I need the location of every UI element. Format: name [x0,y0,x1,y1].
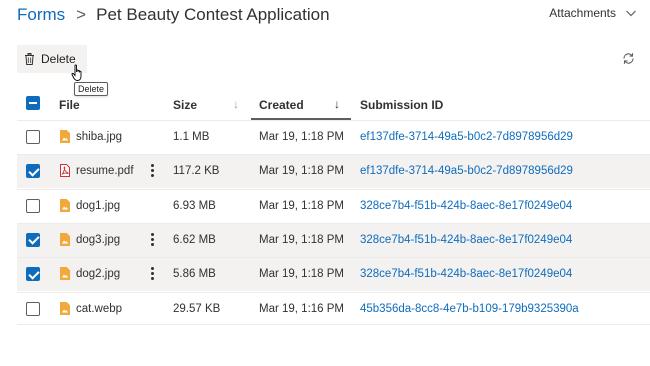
column-header-file[interactable]: File [59,98,80,112]
submission-id-link[interactable]: 328ce7b4-f51b-424b-8aec-8e17f0249e04 [360,234,572,246]
table-bottom-divider [17,324,650,325]
image-file-icon [60,198,70,212]
more-options-icon[interactable] [147,265,157,283]
column-header-submission-id[interactable]: Submission ID [360,98,443,112]
chevron-down-icon [626,10,636,17]
more-options-icon[interactable] [147,231,157,249]
submission-id-link[interactable]: ef137dfe-3714-49a5-b0c2-7d8978956d29 [360,131,573,143]
table-row[interactable]: dog2.jpg 5.86 MB Mar 19, 1:18 PM 328ce7b4-f… [17,257,650,292]
sort-descending-icon: ↓ [334,97,340,111]
created-date: Mar 19, 1:16 PM [259,302,345,315]
created-date: Mar 19, 1:18 PM [259,131,345,143]
breadcrumb-forms-link[interactable]: Forms [17,5,65,25]
file-name-link[interactable]: dog3.jpg [76,234,120,246]
file-size: 1.1 MB [173,131,210,143]
file-name-link[interactable]: shiba.jpg [76,131,122,143]
image-file-icon [60,267,70,281]
column-header-size[interactable]: Size [173,98,197,112]
row-checkbox[interactable] [26,232,40,247]
file-name-link[interactable]: resume.pdf [76,165,134,177]
table-row[interactable]: dog3.jpg 6.62 MB Mar 19, 1:18 PM 328ce7b4-f… [17,222,650,257]
refresh-icon[interactable] [622,52,635,65]
file-size: 29.57 KB [173,302,221,315]
more-options-icon[interactable] [147,162,157,180]
attachments-dropdown[interactable]: Attachments [549,6,637,20]
created-date: Mar 19, 1:18 PM [259,165,345,178]
image-file-icon [60,301,70,315]
table-row[interactable]: resume.pdf 117.2 KB Mar 19, 1:18 PM ef137df… [17,154,650,189]
row-checkbox[interactable] [26,301,40,316]
submission-id-link[interactable]: 328ce7b4-f51b-424b-8aec-8e17f0249e04 [360,268,572,280]
row-checkbox[interactable] [26,198,40,213]
submission-id-link[interactable]: ef137dfe-3714-49a5-b0c2-7d8978956d29 [360,165,573,177]
table-row[interactable]: cat.webp 29.57 KB Mar 19, 1:16 PM 45b356da-… [17,291,650,326]
row-checkbox[interactable] [26,164,40,179]
column-header-created[interactable]: Created [259,98,304,112]
row-checkbox[interactable] [26,267,40,282]
submission-id-link[interactable]: 45b356da-8cc8-4e7b-b109-179b9325390a [360,303,579,315]
select-all-checkbox[interactable] [26,96,40,110]
pdf-file-icon [60,164,70,178]
created-date: Mar 19, 1:18 PM [259,199,345,212]
hand-cursor-icon [71,64,82,81]
created-date: Mar 19, 1:18 PM [259,268,345,281]
sort-arrow-icon: ↓ [233,97,239,111]
trash-icon [25,53,34,65]
attachments-page: Forms > Pet Beauty Contest Application A… [0,0,650,366]
breadcrumb: Forms > Pet Beauty Contest Application A… [17,0,637,30]
page-title: Pet Beauty Contest Application [96,5,330,24]
file-name-link[interactable]: dog2.jpg [76,268,120,280]
image-file-icon [60,130,70,143]
submission-id-link[interactable]: 328ce7b4-f51b-424b-8aec-8e17f0249e04 [360,200,572,212]
file-size: 6.93 MB [173,199,216,212]
row-checkbox[interactable] [26,130,40,144]
table-header: File Size ↓ Created ↓ Submission ID [17,88,650,120]
image-file-icon [60,232,70,246]
file-name-link[interactable]: dog1.jpg [76,200,120,212]
file-size: 5.86 MB [173,268,216,281]
table-row[interactable]: dog1.jpg 6.93 MB Mar 19, 1:18 PM 328ce7b4-f… [17,188,650,223]
file-size: 6.62 MB [173,233,216,246]
table-row[interactable]: shiba.jpg 1.1 MB Mar 19, 1:18 PM ef137dfe-3… [17,120,650,154]
file-name-link[interactable]: cat.webp [76,303,122,315]
attachments-label: Attachments [549,6,616,20]
breadcrumb-separator: > [76,5,87,24]
file-size: 117.2 KB [173,165,220,178]
created-date: Mar 19, 1:18 PM [259,233,345,246]
